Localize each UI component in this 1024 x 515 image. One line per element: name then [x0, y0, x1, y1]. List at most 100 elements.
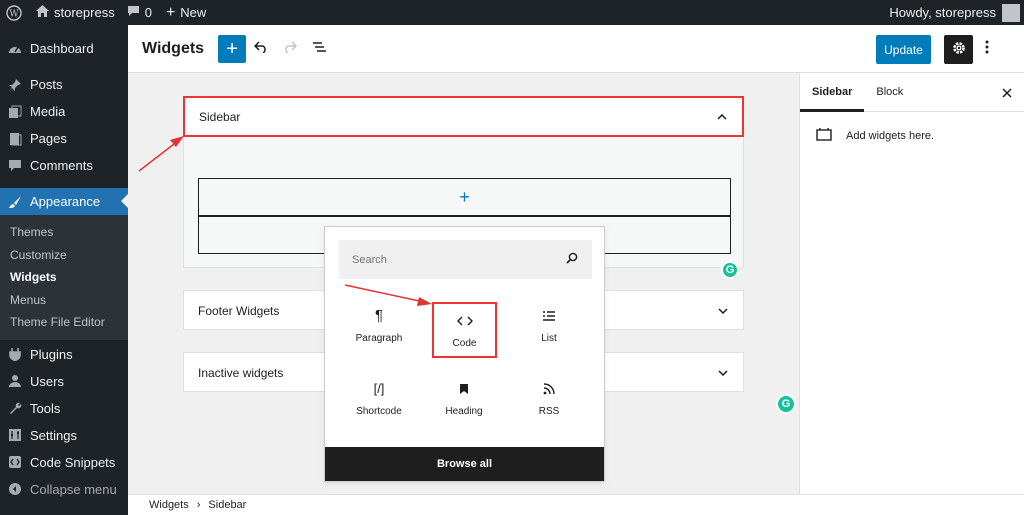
block-inserter-toggle[interactable]: +: [218, 34, 247, 63]
footer-area-title: Footer Widgets: [198, 303, 280, 318]
close-icon[interactable]: [1002, 85, 1012, 101]
tab-block[interactable]: Block: [864, 73, 915, 112]
submenu-theme-file-editor[interactable]: Theme File Editor: [0, 311, 128, 334]
undo-button[interactable]: [247, 35, 275, 63]
menu-label: Comments: [30, 158, 93, 173]
media-icon: [8, 105, 22, 119]
submenu-customize[interactable]: Customize: [0, 244, 128, 267]
breadcrumb-sidebar[interactable]: Sidebar: [208, 499, 246, 511]
block-paragraph[interactable]: ¶ Paragraph: [347, 297, 411, 353]
sidebar-description: Add widgets here.: [800, 112, 1024, 159]
block-inserter-popover: Search ¶ Paragraph Code List [/] Shortco…: [324, 226, 605, 482]
chevron-down-icon[interactable]: [717, 367, 729, 379]
menu-item-code-snippets[interactable]: Code Snippets: [0, 449, 128, 476]
redo-button[interactable]: [276, 35, 304, 63]
submenu-themes[interactable]: Themes: [0, 221, 128, 244]
add-block-button[interactable]: +: [198, 178, 731, 216]
menu-item-posts[interactable]: Posts: [0, 71, 128, 98]
block-shortcode[interactable]: [/] Shortcode: [347, 370, 411, 426]
block-code[interactable]: Code: [432, 302, 497, 358]
menu-item-settings[interactable]: Settings: [0, 422, 128, 449]
menu-item-users[interactable]: Users: [0, 368, 128, 395]
shortcode-icon: [/]: [373, 381, 385, 396]
more-menu-button[interactable]: [980, 35, 994, 64]
breadcrumb-separator: ›: [196, 499, 201, 511]
home-icon: [36, 5, 49, 20]
menu-label: Collapse menu: [30, 481, 117, 497]
grammarly-icon[interactable]: G: [776, 394, 796, 414]
inactive-area-title: Inactive widgets: [198, 365, 284, 380]
menu-item-media[interactable]: Media: [0, 98, 128, 125]
sidebar-area-header[interactable]: Sidebar: [183, 96, 744, 137]
menu-item-dashboard[interactable]: Dashboard: [0, 35, 128, 62]
menu-label: Pages: [30, 131, 67, 146]
wrench-icon: [8, 401, 22, 415]
menu-item-collapse[interactable]: Collapse menu: [0, 476, 128, 503]
submenu-widgets[interactable]: Widgets: [0, 266, 128, 289]
admin-bar: W storepress 0 + New Howdy, storepress: [0, 0, 1024, 25]
block-label: Shortcode: [356, 405, 402, 417]
site-name-link[interactable]: storepress: [36, 5, 115, 20]
redo-icon: [283, 41, 298, 56]
menu-label: Plugins: [30, 346, 73, 362]
search-placeholder: Search: [352, 253, 387, 266]
breadcrumb-widgets[interactable]: Widgets: [149, 499, 189, 511]
tab-sidebar[interactable]: Sidebar: [800, 73, 864, 112]
comments-count: 0: [144, 5, 152, 20]
heading-icon: [459, 380, 469, 398]
comments-link[interactable]: 0: [127, 5, 152, 20]
page-title: Widgets: [142, 39, 205, 57]
appearance-submenu: Themes Customize Widgets Menus Theme Fil…: [0, 215, 128, 340]
settings-icon: [8, 428, 22, 442]
menu-item-appearance[interactable]: Appearance: [0, 188, 128, 215]
menu-label: Media: [30, 104, 66, 119]
menu-item-tools[interactable]: Tools: [0, 395, 128, 422]
brush-icon: [8, 195, 22, 209]
browse-all-button[interactable]: Browse all: [325, 447, 604, 481]
collapse-icon: [8, 482, 22, 496]
new-content-link[interactable]: + New: [165, 3, 207, 21]
block-heading[interactable]: Heading: [432, 370, 496, 426]
search-icon: [566, 252, 578, 267]
menu-item-pages[interactable]: Pages: [0, 125, 128, 152]
paragraph-icon: ¶: [374, 307, 384, 324]
menu-label: Dashboard: [30, 41, 94, 56]
plus-icon: +: [459, 186, 470, 207]
plugin-icon: [8, 347, 22, 361]
menu-item-comments[interactable]: Comments: [0, 152, 128, 179]
comment-icon: [8, 159, 22, 173]
my-account[interactable]: Howdy, storepress: [889, 0, 1024, 25]
menu-label: Tools: [30, 400, 61, 416]
block-label: Code: [452, 337, 477, 349]
menu-label: Users: [30, 373, 64, 389]
sidebar-message: Add widgets here.: [846, 129, 935, 142]
pin-icon: [8, 78, 22, 92]
block-list[interactable]: List: [517, 297, 581, 353]
block-rss[interactable]: RSS: [517, 370, 581, 426]
settings-tabs: Sidebar Block: [800, 73, 1024, 112]
avatar: [1002, 3, 1020, 22]
plus-icon: +: [165, 3, 176, 21]
list-icon: [542, 307, 556, 325]
submenu-menus[interactable]: Menus: [0, 289, 128, 312]
breadcrumb: Widgets › Sidebar: [128, 494, 1024, 515]
new-label: New: [180, 5, 207, 20]
code-icon: [456, 312, 473, 330]
block-search-input[interactable]: Search: [339, 240, 592, 279]
svg-text:W: W: [9, 9, 19, 19]
rss-icon: [543, 380, 555, 398]
pages-icon: [8, 132, 22, 146]
sidebar-area-title: Sidebar: [199, 109, 241, 124]
plus-icon: +: [226, 37, 238, 60]
menu-item-plugins[interactable]: Plugins: [0, 341, 128, 368]
chevron-up-icon[interactable]: [716, 111, 728, 123]
block-label: Heading: [445, 405, 483, 417]
settings-toggle-button[interactable]: [944, 35, 973, 64]
update-button[interactable]: Update: [876, 35, 931, 64]
list-view-button[interactable]: [305, 35, 333, 63]
site-name: storepress: [54, 5, 115, 20]
chevron-down-icon[interactable]: [717, 305, 729, 317]
grammarly-icon[interactable]: G: [721, 261, 739, 279]
wordpress-logo-icon[interactable]: W: [0, 0, 28, 25]
list-view-icon: [312, 41, 327, 56]
